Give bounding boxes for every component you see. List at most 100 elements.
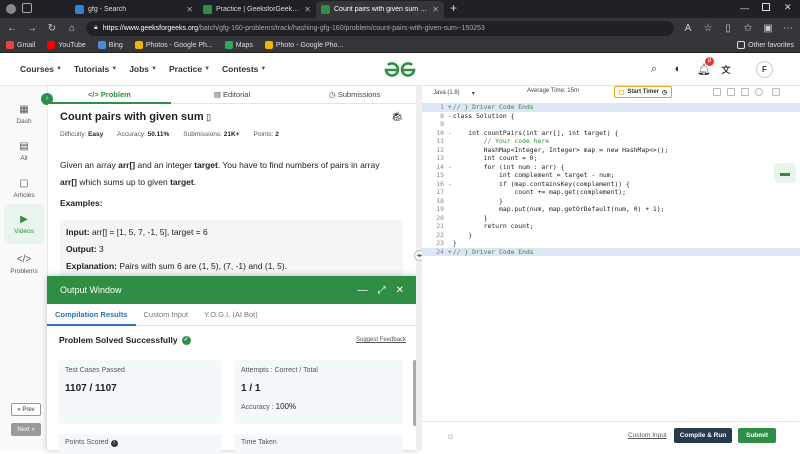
info-icon[interactable]: i (110, 440, 118, 447)
rail-item-articles[interactable]: ▢ Articles (4, 168, 44, 208)
custom-input-link[interactable]: Custom Input (628, 432, 667, 439)
bookmark-maps[interactable]: Maps (224, 41, 253, 49)
code-line[interactable]: 10 - int countPairs(int arr[], int targe… (422, 129, 800, 138)
close-icon[interactable]: ✕ (432, 5, 439, 14)
code-line[interactable]: 23 } (422, 239, 800, 248)
favorite-star-icon[interactable]: ☆ (702, 23, 714, 34)
avatar[interactable]: F (756, 61, 773, 78)
code-line[interactable]: 14 - for (int num : arr) { (422, 163, 800, 172)
code-line[interactable]: 21 return count; (422, 222, 800, 231)
back-arrow-icon[interactable]: ← (6, 23, 18, 34)
code-line[interactable]: 11 // Your code here (422, 137, 800, 146)
url-field[interactable]: 🔒︎ https://www.geeksforgeeks.org/batch/g… (86, 20, 674, 36)
close-icon[interactable]: ✕ (304, 5, 311, 14)
tab-editorial[interactable]: ▤ Editorial (171, 86, 294, 104)
chat-bubble-icon[interactable]: ▬ (774, 163, 796, 183)
browser-tab-search[interactable]: gfg - Search ✕ (70, 1, 198, 18)
nav-practice[interactable]: Practice ▼ (169, 64, 210, 74)
code-line[interactable]: 8 -class Solution { (422, 112, 800, 121)
nav-tutorials[interactable]: Tutorials ▼ (74, 64, 117, 74)
nav-jobs[interactable]: Jobs ▼ (129, 64, 157, 74)
tab-actions-icon[interactable] (22, 3, 32, 13)
collections-icon[interactable]: ▣ (762, 23, 774, 34)
code-line[interactable]: 17 count += map.get(complement); (422, 188, 800, 197)
tab-custom-input[interactable]: Custom Input (136, 304, 197, 326)
close-icon[interactable]: ✕ (186, 5, 193, 14)
reset-icon[interactable] (755, 88, 763, 96)
profile-icon[interactable] (6, 4, 16, 14)
code-line[interactable]: 13 int count = 0; (422, 154, 800, 163)
fullscreen-icon[interactable] (713, 88, 721, 96)
search-icon[interactable]: ⌕ (646, 61, 662, 77)
code-line[interactable]: 22 } (422, 231, 800, 240)
language-icon[interactable]: 文 (718, 61, 734, 77)
gfg-logo[interactable] (383, 61, 417, 79)
next-button[interactable]: Next » (11, 423, 41, 436)
rail-item-problems[interactable]: </> Problems (4, 244, 44, 284)
code-line[interactable]: 18 } (422, 197, 800, 206)
tab-yogi-ai-bot[interactable]: Y.O.G.I. (AI Bot) (196, 304, 266, 326)
bookmark-photo[interactable]: Photo - Google Pho... (264, 41, 343, 49)
lightbulb-icon[interactable]: ☼ (446, 431, 455, 442)
suggest-feedback-link[interactable]: Suggest Feedback (356, 337, 406, 343)
window-close-button[interactable]: ✕ (784, 2, 792, 13)
read-aloud-icon[interactable]: A (682, 23, 694, 34)
expand-editor-icon[interactable] (772, 88, 780, 96)
submit-button[interactable]: Submit (738, 428, 776, 443)
nav-courses[interactable]: Courses ▼ (20, 64, 62, 74)
code-line[interactable]: 19 map.put(num, map.getOrDefault(num, 0)… (422, 205, 800, 214)
code-editor[interactable]: 1 +// } Driver Code Ends 8 -class Solutio… (422, 101, 800, 421)
code-line[interactable]: 9 (422, 120, 800, 129)
expand-icon[interactable]: ⤢ (378, 285, 386, 296)
forward-arrow-icon[interactable]: → (26, 23, 38, 34)
line-number: 8 (440, 111, 444, 120)
bookmark-bing[interactable]: Bing (97, 41, 123, 49)
settings-more-icon[interactable]: ⋯ (782, 23, 794, 34)
code-line[interactable]: 20 } (422, 214, 800, 223)
browser-tab-practice[interactable]: Practice | GeeksforGeeks | A com ✕ (198, 1, 316, 18)
bookmark-gmail[interactable]: Gmail (6, 41, 35, 49)
submissions-value: 21K+ (223, 131, 240, 138)
start-timer-button[interactable]: ▢ Start Timer ◷ (614, 86, 672, 98)
bookmark-photos[interactable]: Photos - Google Ph... (134, 41, 213, 49)
compile-run-button[interactable]: Compile & Run (674, 428, 732, 443)
line-number: 9 (440, 120, 444, 128)
gfg-favicon-icon (203, 5, 212, 14)
nav-contests[interactable]: Contests ▼ (222, 64, 266, 74)
tab-problem[interactable]: </> Problem (48, 86, 171, 104)
code-line[interactable]: 12 HashMap<Integer, Integer> map = new H… (422, 146, 800, 155)
other-favorites[interactable]: Other favorites (737, 41, 794, 49)
line-number: 11 (436, 137, 444, 145)
code-line[interactable]: 24 +// } Driver Code Ends (422, 247, 800, 256)
tab-submissions[interactable]: ◷ Submissions (293, 86, 416, 104)
rail-item-dash[interactable]: ▦ Dash (4, 94, 44, 134)
language-select[interactable]: Java (1.8) ▾ (433, 88, 481, 98)
close-icon[interactable]: ✕ (396, 285, 404, 296)
maximize-button[interactable] (762, 3, 770, 11)
code-line[interactable]: 15 int complement = target - num; (422, 171, 800, 180)
code-line[interactable]: 16 - if (map.containsKey(complement)) { (422, 180, 800, 189)
settings-icon[interactable] (741, 88, 749, 96)
new-tab-button[interactable]: + (450, 1, 457, 15)
minimize-button[interactable]: — (740, 3, 749, 13)
tab-compilation-results[interactable]: Compilation Results (47, 304, 136, 326)
bookmark-icon[interactable]: ▯ (204, 112, 211, 122)
home-icon[interactable]: ⌂ (66, 23, 78, 34)
theme-toggle-icon[interactable]: ◐ (670, 61, 686, 77)
bookmarks-bar: Gmail YouTube Bing Photos - Google Ph...… (0, 38, 800, 53)
reload-icon[interactable]: ↻ (46, 23, 58, 34)
rail-item-all[interactable]: ▤ All (4, 131, 44, 171)
browser-tab-active[interactable]: Count pairs with given sum | Prac ✕ (316, 1, 444, 18)
code-line[interactable]: 1 +// } Driver Code Ends (422, 103, 800, 112)
prev-button[interactable]: « Prev (11, 403, 41, 416)
code-text: // } Driver Code Ends (452, 103, 534, 111)
rail-item-videos[interactable]: ▶ Videos (4, 204, 44, 244)
minimize-icon[interactable]: — (358, 285, 368, 296)
copy-icon[interactable] (727, 88, 735, 96)
split-screen-icon[interactable]: ▯ (722, 23, 734, 34)
browser-tab-bar: gfg - Search ✕ Practice | GeeksforGeeks … (0, 0, 800, 18)
bug-report-icon[interactable]: 🐞︎ (391, 112, 404, 123)
favorites-icon[interactable]: ✩ (742, 23, 754, 34)
bookmark-youtube[interactable]: YouTube (47, 41, 86, 49)
notification-bell-icon[interactable]: 🔔︎ 8 (696, 57, 714, 77)
